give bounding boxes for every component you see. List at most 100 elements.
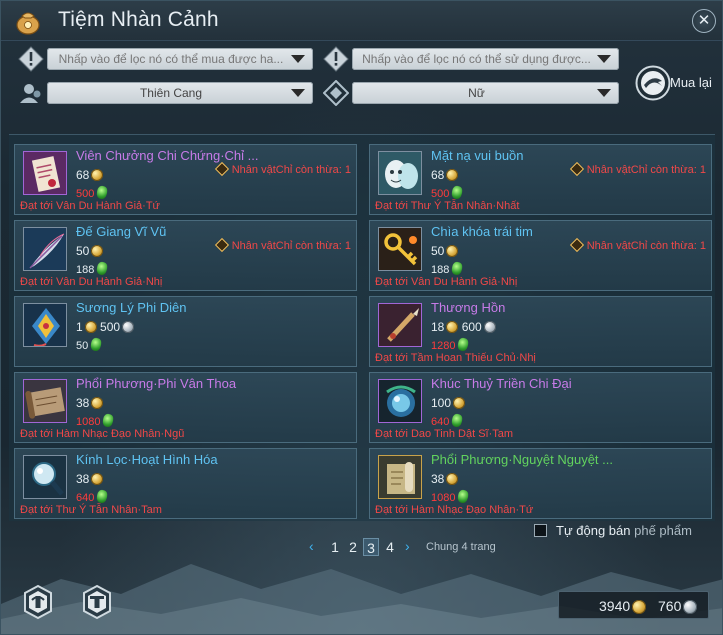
item-jade-cost: 640 xyxy=(76,489,109,504)
silver-coin-icon xyxy=(483,321,496,333)
jade-icon xyxy=(96,185,109,200)
item-jade-cost: 500 xyxy=(431,185,464,200)
item-name: Chìa khóa trái tim xyxy=(431,224,533,239)
item-card[interactable]: Phổi Phương·Phi Vân Thoa 38 1080 Đạt tới Hà… xyxy=(14,372,357,443)
item-thumbnail-icon xyxy=(378,455,422,499)
item-thumbnail-icon xyxy=(23,455,67,499)
item-jade-cost: 640 xyxy=(431,413,464,428)
item-requirement: Đạt tới Thư Ý Tẫn Nhân·Tam xyxy=(20,504,162,516)
silver-coin-icon xyxy=(122,321,135,333)
jade-icon xyxy=(451,185,464,200)
item-jade-cost: 1080 xyxy=(431,489,470,504)
gold-coin-icon xyxy=(91,473,104,485)
item-card[interactable]: Sương Lý Phi Diên 1 500 50 xyxy=(14,296,357,367)
gold-coin-icon xyxy=(446,245,459,257)
sell-shop-icon[interactable] xyxy=(20,584,56,620)
item-requirement: Đạt tới Vân Du Hành Giả·Nhị xyxy=(20,276,163,288)
item-thumbnail-icon xyxy=(378,303,422,347)
item-card[interactable]: Khúc Thuỷ Triền Chi Đại 100 640 Đạt tới Dao… xyxy=(369,372,712,443)
limit-diamond-icon xyxy=(569,237,584,253)
gold-coin-icon xyxy=(446,473,459,485)
auto-sell-label[interactable]: Tự động bán phế phẩm xyxy=(556,523,692,538)
buyable-filter-text: Nhấp vào để lọc nó có thể mua được ha... xyxy=(58,52,284,66)
buyback-button[interactable]: Mua lại xyxy=(670,75,712,90)
buyback-icon[interactable] xyxy=(635,65,671,101)
jade-icon xyxy=(451,413,464,428)
faction-icon xyxy=(20,84,41,103)
item-jade-cost: 500 xyxy=(76,185,109,200)
item-requirement: Đạt tới Vân Du Hành Giả·Tứ xyxy=(20,200,160,212)
item-card[interactable]: Thương Hồn 18 600 1280 Đạt tới Tầm Hoan Thi… xyxy=(369,296,712,367)
item-price: 100 xyxy=(431,396,466,410)
jade-icon xyxy=(457,489,470,504)
jade-icon xyxy=(96,489,109,504)
limit-diamond-icon xyxy=(569,161,584,177)
limit-diamond-icon xyxy=(214,161,229,177)
window-title: Tiệm Nhàn Cảnh xyxy=(58,8,219,31)
item-name: Phổi Phương·Phi Vân Thoa xyxy=(76,376,237,391)
item-name: Viên Chưởng Chi Chứng·Chỉ ... xyxy=(76,148,259,163)
auto-sell-checkbox[interactable] xyxy=(534,524,547,537)
item-jade-cost: 1080 xyxy=(76,413,115,428)
next-page-icon[interactable]: › xyxy=(405,539,417,553)
item-card[interactable]: Viên Chưởng Chi Chứng·Chỉ ... 68 500 Đạt tớ… xyxy=(14,144,357,215)
buyable-filter-select[interactable]: Nhấp vào để lọc nó có thể mua được ha... xyxy=(47,48,313,70)
item-price: 38 xyxy=(76,396,104,410)
item-name: Mặt nạ vui buồn xyxy=(431,148,524,163)
title-bar[interactable]: Tiệm Nhàn Cảnh ✕ xyxy=(1,1,722,41)
item-thumbnail-icon xyxy=(23,379,67,423)
item-stock-limit: Nhân vậtChỉ còn thừa: 1 xyxy=(569,161,706,177)
item-price: 68 xyxy=(76,168,104,182)
page-4[interactable]: 4 xyxy=(382,538,398,556)
jade-icon xyxy=(102,413,115,428)
gender-select[interactable]: Nữ xyxy=(352,82,619,104)
repair-shop-icon[interactable] xyxy=(79,584,115,620)
close-button[interactable]: ✕ xyxy=(692,9,716,33)
gender-icon xyxy=(323,80,349,106)
item-requirement: Đạt tới Vân Du Hành Giả·Nhị xyxy=(375,276,518,288)
item-thumbnail-icon xyxy=(378,227,422,271)
item-requirement: Đạt tới Hàm Nhạc Đạo Nhân·Tứ xyxy=(375,504,534,516)
chevron-down-icon xyxy=(597,55,611,63)
auto-sell-suffix: phế phẩm xyxy=(634,523,692,538)
shop-window: Tiệm Nhàn Cảnh ✕ Nhấp vào để lọc nó có t… xyxy=(0,0,723,635)
item-card[interactable]: Kính Lọc·Hoạt Hình Hóa 38 640 Đạt tới Thư Ý… xyxy=(14,448,357,519)
item-requirement: Đạt tới Hàm Nhạc Đạo Nhân·Ngũ xyxy=(20,428,185,440)
item-price: 1 500 xyxy=(76,320,135,334)
auto-sell-text: Tự động bán xyxy=(556,523,631,538)
item-requirement: Đạt tới Thư Ý Tẫn Nhân·Nhất xyxy=(375,200,520,212)
item-thumbnail-icon xyxy=(23,151,67,195)
item-name: Kính Lọc·Hoạt Hình Hóa xyxy=(76,452,218,467)
chevron-down-icon xyxy=(291,89,305,97)
usable-filter-select[interactable]: Nhấp vào để lọc nó có thể sử dụng được..… xyxy=(352,48,619,70)
page-3[interactable]: 3 xyxy=(363,538,379,556)
prev-page-icon[interactable]: ‹ xyxy=(309,539,321,553)
faction-select[interactable]: Thiên Cang xyxy=(47,82,313,104)
gold-coin-icon xyxy=(446,169,459,181)
item-thumbnail-icon xyxy=(23,303,67,347)
jade-icon xyxy=(96,261,109,276)
item-card[interactable]: Đế Giang Vĩ Vũ 50 188 Đạt tới Vân Du Hành G… xyxy=(14,220,357,291)
item-jade-cost: 50 xyxy=(76,337,103,352)
item-card[interactable]: Phổi Phương·Nguyệt Nguyệt ... 38 1080 Đạt t… xyxy=(369,448,712,519)
item-stock-limit: Nhân vậtChỉ còn thừa: 1 xyxy=(569,237,706,253)
chevron-down-icon xyxy=(597,89,611,97)
money-bag-icon xyxy=(16,12,40,35)
item-price: 18 600 xyxy=(431,320,496,334)
page-total: Chung 4 trang xyxy=(426,541,496,553)
page-1[interactable]: 1 xyxy=(327,538,343,556)
item-thumbnail-icon xyxy=(378,379,422,423)
page-2[interactable]: 2 xyxy=(345,538,361,556)
item-jade-cost: 1280 xyxy=(431,337,470,352)
item-price: 38 xyxy=(431,472,459,486)
jade-icon xyxy=(451,261,464,276)
gold-amount: 3940 xyxy=(599,598,647,614)
gold-coin-icon xyxy=(453,397,466,409)
item-card[interactable]: Mặt nạ vui buồn 68 500 Đạt tới Thư Ý Tẫn Nh… xyxy=(369,144,712,215)
jade-icon xyxy=(457,337,470,352)
gold-coin-icon xyxy=(91,397,104,409)
item-name: Thương Hồn xyxy=(431,300,506,315)
silver-coin-icon xyxy=(683,600,698,614)
item-card[interactable]: Chìa khóa trái tim 50 188 Đạt tới Vân Du Hà… xyxy=(369,220,712,291)
item-jade-cost: 188 xyxy=(431,261,464,276)
